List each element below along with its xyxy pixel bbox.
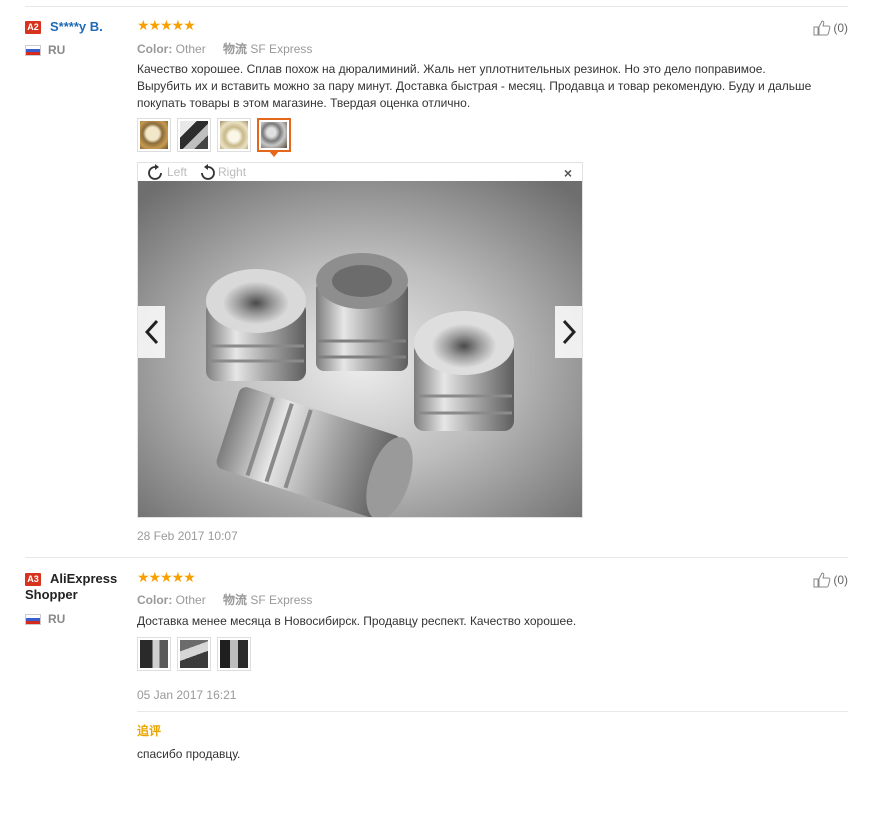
- followup-text: спасибо продавцу.: [137, 747, 241, 761]
- review-photo-thumb[interactable]: [217, 637, 251, 671]
- review-meta: Color: Other 物流 SF Express: [137, 591, 312, 608]
- followup-divider: [137, 711, 848, 712]
- logistics-value: SF Express: [250, 593, 313, 607]
- thumbs-up-icon: [813, 572, 831, 588]
- review-photo-thumbnails: [137, 637, 251, 671]
- followup-label: 追评: [137, 724, 162, 738]
- logistics-label: 物流: [223, 593, 248, 607]
- reviewer-country: RU: [48, 612, 66, 626]
- helpful-button[interactable]: (0): [813, 572, 848, 588]
- review-item: A3 AliExpress Shopper RU ★★★★★ (0) Color…: [25, 0, 848, 815]
- review-photo-thumb[interactable]: [137, 637, 171, 671]
- reviewer-name[interactable]: AliExpress Shopper: [25, 571, 125, 603]
- review-date: 05 Jan 2017 16:21: [137, 688, 237, 702]
- star-rating: ★★★★★: [137, 569, 196, 585]
- review-text: Доставка менее месяца в Новосибирск. Про…: [137, 614, 577, 628]
- helpful-count: (0): [833, 573, 848, 587]
- color-value: Other: [175, 593, 206, 607]
- review-photo-thumb[interactable]: [177, 637, 211, 671]
- russia-flag-icon: [25, 614, 41, 625]
- color-label: Color:: [137, 593, 173, 607]
